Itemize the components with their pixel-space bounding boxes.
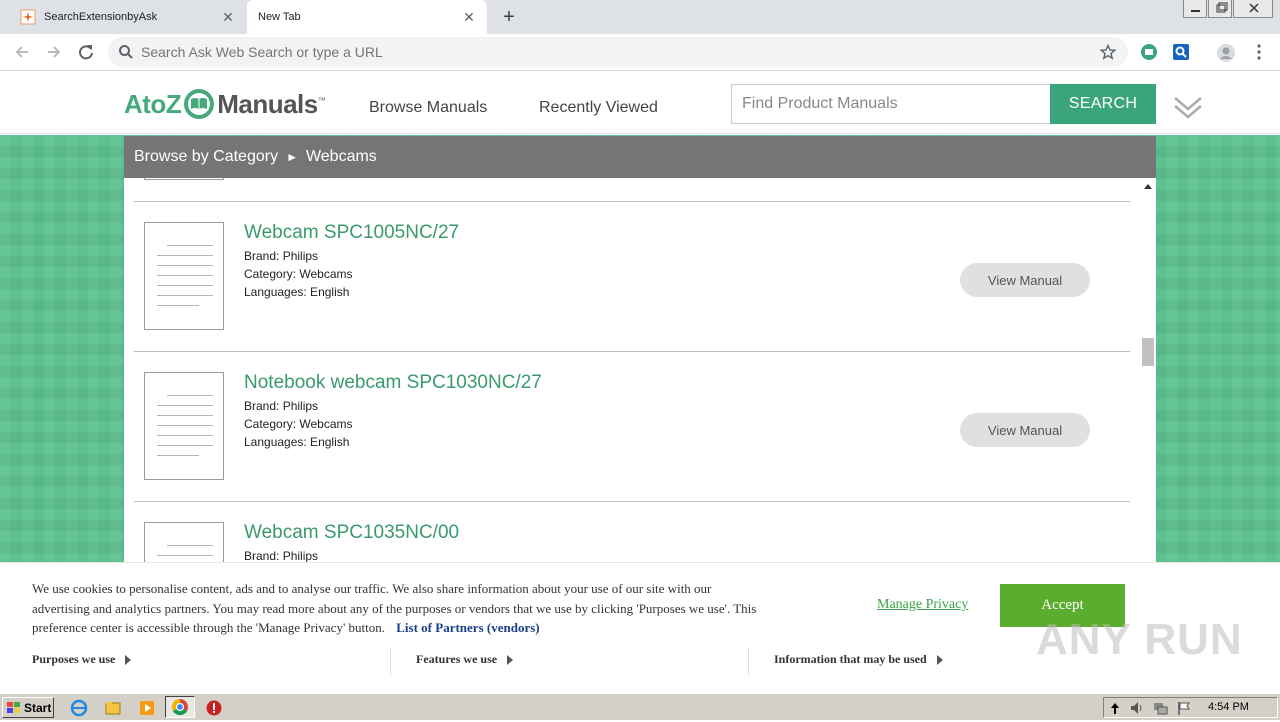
file-explorer-icon[interactable] (104, 699, 122, 717)
network-icon[interactable] (1152, 700, 1170, 718)
media-player-icon[interactable] (138, 699, 156, 717)
nav-browse-manuals[interactable]: Browse Manuals (369, 99, 487, 117)
tab-strip: SearchExtensionbyAsk ✕ New Tab ✕ + (0, 0, 1280, 34)
caret-right-icon (936, 654, 943, 665)
information-used-tab[interactable]: Information that may be used (774, 652, 943, 667)
stop-app-icon[interactable] (205, 699, 223, 717)
logo-text-manuals: Manuals (217, 88, 318, 119)
view-manual-button[interactable]: View Manual (960, 263, 1090, 297)
list-item: Webcam SPC1035NC/00 Brand: Philips (134, 501, 1130, 562)
tab-title: SearchExtensionbyAsk (44, 11, 158, 23)
caret-right-icon (507, 654, 514, 665)
product-brand: Brand: Philips (244, 399, 319, 413)
list-item: Webcam SPC1005NC/27 Brand: Philips Categ… (134, 201, 1130, 351)
system-tray (1103, 697, 1278, 718)
previous-item-thumbnail (144, 178, 224, 180)
close-tab-icon[interactable]: ✕ (461, 9, 477, 25)
bookmark-star-icon[interactable] (1099, 43, 1117, 60)
tab-searchextension[interactable]: SearchExtensionbyAsk ✕ (8, 0, 246, 34)
manage-privacy-link[interactable]: Manage Privacy (877, 597, 968, 613)
restore-button[interactable] (1208, 0, 1232, 18)
scroll-up-arrow-icon[interactable] (1144, 184, 1152, 189)
nav-recently-viewed[interactable]: Recently Viewed (539, 99, 658, 117)
close-tab-icon[interactable]: ✕ (220, 9, 236, 25)
list-item: Notebook webcam SPC1030NC/27 Brand: Phil… (134, 351, 1130, 501)
reload-icon[interactable] (75, 41, 97, 63)
start-label: Start (24, 700, 52, 715)
cookie-description: We use cookies to personalise content, a… (32, 579, 772, 638)
breadcrumb-current: Webcams (305, 148, 377, 165)
back-arrow-icon[interactable] (11, 41, 33, 63)
information-label: Information that may be used (774, 652, 927, 666)
content-panel: Browse by Category ► Webcams Webcam SPC1… (124, 136, 1156, 562)
trademark: ™ (317, 96, 326, 105)
address-bar[interactable] (108, 37, 1128, 67)
action-center-flag-icon[interactable] (1176, 700, 1194, 718)
features-label: Features we use (416, 652, 498, 666)
volume-icon[interactable] (1128, 700, 1146, 718)
site-header: AtoZ Manuals ™ Browse Manuals Recently V… (0, 72, 1280, 134)
manual-thumbnail[interactable] (144, 522, 224, 562)
search-button[interactable]: SEARCH (1050, 84, 1156, 124)
internet-explorer-icon[interactable] (70, 699, 88, 717)
omnibox-input[interactable] (141, 37, 1041, 67)
clock: 4:54 PM (1208, 701, 1249, 713)
tab-new-tab[interactable]: New Tab ✕ (247, 0, 487, 34)
product-languages: Languages: English (244, 435, 350, 449)
atoz-manuals-logo[interactable]: AtoZ Manuals ™ (124, 86, 326, 122)
product-brand: Brand: Philips (244, 249, 319, 263)
profile-avatar-icon[interactable] (1216, 43, 1235, 62)
list-scrollbar[interactable] (1140, 178, 1156, 562)
manual-thumbnail[interactable] (144, 222, 224, 330)
product-title[interactable]: Notebook webcam SPC1030NC/27 (244, 372, 542, 394)
product-title[interactable]: Webcam SPC1005NC/27 (244, 222, 459, 244)
breadcrumb-separator-icon: ► (286, 150, 298, 164)
logo-text-atoz: AtoZ (124, 88, 182, 119)
product-list: Webcam SPC1005NC/27 Brand: Philips Categ… (134, 178, 1130, 562)
purposes-we-use-tab[interactable]: Purposes we use (32, 652, 132, 667)
product-category: Category: Webcams (244, 267, 353, 281)
minimize-button[interactable] (1183, 0, 1207, 18)
open-book-icon (183, 88, 215, 120)
features-we-use-tab[interactable]: Features we use (416, 652, 514, 667)
view-manual-button[interactable]: View Manual (960, 413, 1090, 447)
double-chevron-down-icon[interactable] (1172, 90, 1204, 122)
extension-green-icon[interactable] (1140, 43, 1158, 61)
product-brand: Brand: Philips (244, 549, 319, 562)
breadcrumb-root[interactable]: Browse by Category (134, 148, 278, 166)
product-search-input[interactable] (731, 84, 1051, 124)
browser-toolbar (0, 34, 1280, 71)
search-icon (118, 44, 134, 60)
partners-link[interactable]: List of Partners (vendors) (396, 620, 539, 635)
manual-thumbnail[interactable] (144, 372, 224, 480)
ask-search-extension-icon[interactable] (1172, 43, 1190, 61)
divider (390, 649, 391, 675)
breadcrumb: Browse by Category ► Webcams (124, 136, 1156, 178)
taskbar: Start 4:54 PM (0, 693, 1280, 720)
new-tab-button[interactable]: + (498, 6, 520, 28)
product-title[interactable]: Webcam SPC1035NC/00 (244, 522, 459, 544)
divider (748, 649, 749, 675)
forward-arrow-icon[interactable] (43, 41, 65, 63)
chrome-taskbar-icon[interactable] (165, 696, 195, 718)
windows-logo-icon (7, 701, 21, 714)
product-category: Category: Webcams (244, 417, 353, 431)
show-hidden-icons-icon[interactable] (1110, 701, 1120, 719)
cookie-consent-banner: We use cookies to personalise content, a… (0, 562, 1280, 693)
menu-kebab-icon[interactable] (1250, 43, 1268, 61)
anyrun-watermark: ANY RUN (1036, 615, 1243, 664)
ask-favicon-icon (20, 9, 36, 25)
tab-title: New Tab (258, 11, 301, 23)
start-button[interactable]: Start (2, 697, 54, 718)
product-languages: Languages: English (244, 285, 350, 299)
caret-right-icon (125, 654, 132, 665)
close-window-button[interactable] (1233, 0, 1273, 18)
scroll-thumb[interactable] (1142, 338, 1154, 366)
cookie-text: We use cookies to personalise content, a… (32, 581, 757, 635)
purposes-label: Purposes we use (32, 652, 116, 666)
